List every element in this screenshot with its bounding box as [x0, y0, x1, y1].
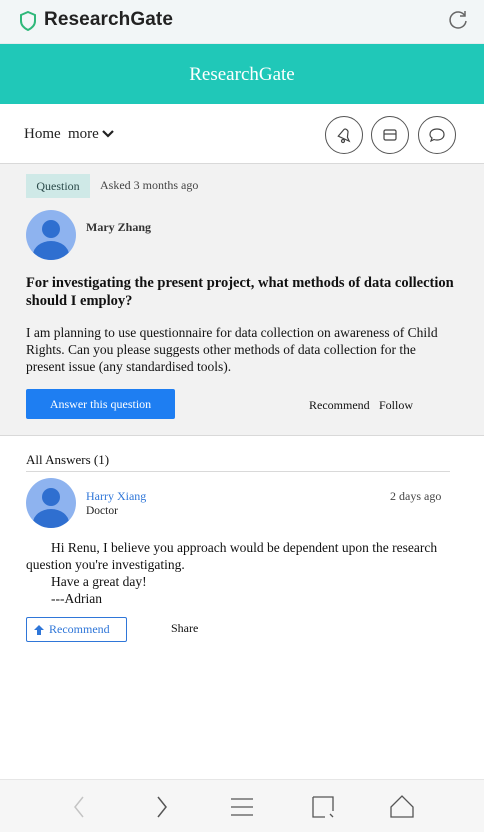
chevron-down-icon[interactable] — [101, 128, 115, 140]
shield-icon — [20, 11, 36, 31]
answers-title: All Answers (1) — [26, 452, 110, 467]
nav-more-link[interactable]: more — [68, 126, 99, 143]
back-icon — [74, 796, 84, 818]
question-author[interactable]: Mary Zhang — [86, 220, 151, 235]
back-button[interactable] — [67, 794, 93, 820]
forward-button[interactable] — [148, 794, 174, 820]
site-header: ResearchGate — [0, 44, 484, 104]
mail-icon — [383, 129, 397, 141]
home-button[interactable] — [389, 794, 415, 820]
question-title: For investigating the present project, w… — [26, 275, 454, 309]
question-badge: Question — [26, 174, 90, 198]
answer-line: question you're investigating. — [26, 557, 185, 572]
answer-recommend-label: Recommend — [49, 622, 110, 636]
browser-top-bar: ResearchGate — [0, 0, 484, 44]
answer-date: 2 days ago — [390, 489, 442, 503]
messages-button[interactable] — [371, 116, 409, 154]
asked-time: Asked 3 months ago — [100, 178, 199, 192]
menu-button[interactable] — [229, 794, 255, 820]
bell-icon — [337, 128, 351, 144]
answer-line: Hi Renu, I believe you approach would be… — [51, 540, 438, 555]
follow-link[interactable]: Follow — [379, 398, 413, 413]
forward-icon — [157, 796, 167, 818]
chat-button[interactable] — [418, 116, 456, 154]
answer-question-button[interactable]: Answer this question — [26, 389, 175, 419]
reload-icon[interactable] — [446, 8, 470, 32]
notifications-button[interactable] — [325, 116, 363, 154]
tabs-button[interactable] — [310, 794, 336, 820]
home-icon — [390, 795, 414, 818]
recommend-link[interactable]: Recommend — [309, 398, 370, 413]
browser-bottom-bar — [0, 779, 484, 832]
arrow-up-icon — [34, 624, 44, 635]
nav-row: Home more — [0, 104, 484, 164]
answer-line: Have a great day! — [51, 574, 147, 589]
site-title: ResearchGate — [189, 64, 295, 85]
app-title: ResearchGate — [44, 9, 173, 30]
question-body: I am planning to use questionnaire for d… — [26, 325, 438, 374]
divider — [26, 471, 450, 472]
share-link[interactable]: Share — [171, 621, 198, 636]
nav-home-link[interactable]: Home — [24, 126, 61, 143]
answer-author-role: Doctor — [86, 505, 118, 517]
question-section: Question Asked 3 months ago Mary Zhang F… — [0, 164, 484, 436]
answer-text: Hi Renu, I believe you approach would be… — [26, 539, 456, 607]
avatar[interactable] — [26, 210, 76, 260]
menu-icon — [231, 798, 253, 816]
tabs-icon — [312, 796, 334, 818]
avatar[interactable] — [26, 478, 76, 528]
answer-author[interactable]: Harry Xiang — [86, 489, 146, 504]
chat-icon — [429, 128, 445, 143]
answer-line: ---Adrian — [51, 591, 102, 606]
answer-recommend-button[interactable]: Recommend — [26, 617, 127, 642]
